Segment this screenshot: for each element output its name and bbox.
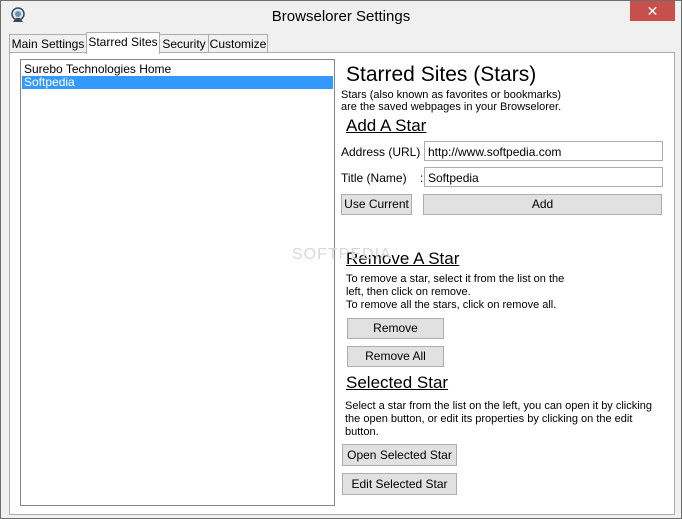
title-bar: Browselorer Settings ✕ [1, 1, 681, 31]
window-title: Browselorer Settings [271, 8, 411, 25]
selected-description-line1: Select a star from the list on the left,… [345, 400, 652, 412]
list-item-selected[interactable]: Softpedia [22, 76, 333, 89]
remove-all-button[interactable]: Remove All [347, 346, 444, 367]
use-current-button[interactable]: Use Current [341, 194, 412, 215]
remove-description-line1: To remove a star, select it from the lis… [346, 273, 565, 285]
close-button[interactable]: ✕ [630, 1, 675, 21]
remove-description-line2: left, then click on remove. [346, 286, 471, 298]
title-input[interactable]: Softpedia [424, 167, 663, 187]
address-label: Address (URL) : [341, 145, 428, 159]
selected-star-heading: Selected Star [346, 373, 449, 392]
selected-description-line3: button. [345, 426, 379, 438]
address-input[interactable]: http://www.softpedia.com [424, 141, 663, 161]
stars-listbox[interactable]: Surebo Technologies Home Softpedia [20, 59, 335, 506]
add-button[interactable]: Add [423, 194, 662, 215]
stars-description-line1: Stars (also known as favorites or bookma… [341, 89, 562, 101]
remove-button[interactable]: Remove [347, 318, 444, 339]
remove-description-line3: To remove all the stars, click on remove… [346, 299, 557, 311]
watermark: SOFTPEDIA [292, 246, 392, 263]
tab-starred-sites[interactable]: Starred Sites [86, 32, 160, 54]
tab-main-settings[interactable]: Main Settings [9, 34, 87, 53]
add-star-heading: Add A Star [346, 116, 427, 135]
stars-description-line2: are the saved webpages in your Browselor… [341, 101, 562, 113]
starred-sites-panel: Surebo Technologies Home Softpedia Starr… [9, 52, 675, 515]
open-selected-star-button[interactable]: Open Selected Star [342, 444, 457, 466]
selected-description-line2: the open button, or edit its properties … [345, 413, 633, 425]
edit-selected-star-button[interactable]: Edit Selected Star [342, 473, 457, 495]
tab-security[interactable]: Security [159, 34, 209, 53]
tab-customize[interactable]: Customize [208, 34, 268, 53]
title-label: Title (Name) : [341, 171, 424, 185]
page-title: Starred Sites (Stars) [346, 63, 537, 86]
